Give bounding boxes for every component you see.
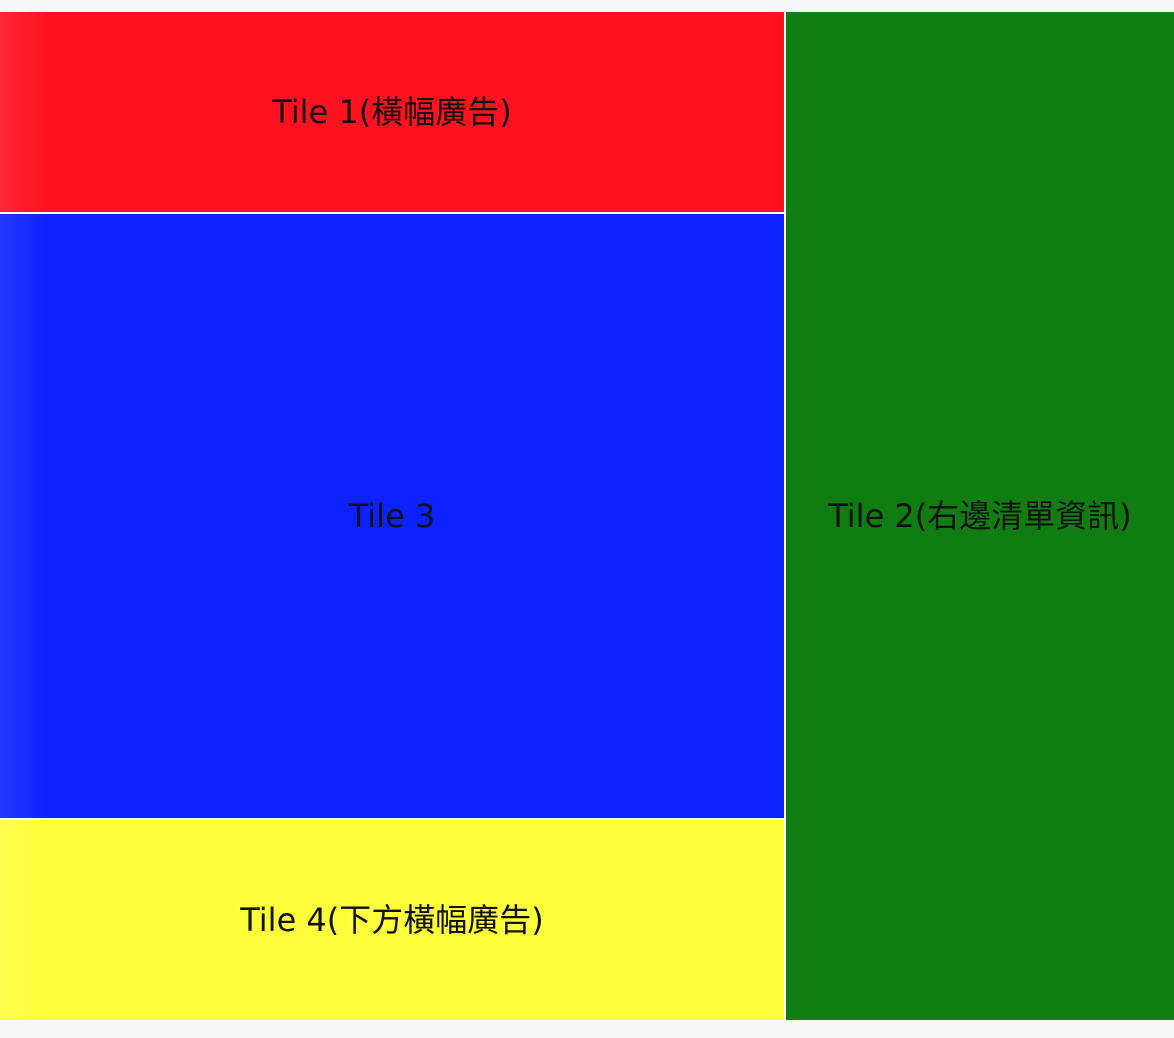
tile-1-banner: Tile 1(橫幅廣告) [0,12,784,212]
tile-4-bottom-banner: Tile 4(下方橫幅廣告) [0,820,784,1020]
tile-3-label: Tile 3 [348,497,436,535]
tile-4-label: Tile 4(下方橫幅廣告) [240,901,544,939]
tile-1-label: Tile 1(橫幅廣告) [272,93,512,131]
tile-2-right-list: Tile 2(右邊清單資訊) [786,12,1174,1020]
tile-grid: Tile 1(橫幅廣告) Tile 2(右邊清單資訊) Tile 3 Tile … [0,12,1174,1020]
tile-2-label: Tile 2(右邊清單資訊) [828,497,1132,535]
tile-3-main: Tile 3 [0,214,784,818]
